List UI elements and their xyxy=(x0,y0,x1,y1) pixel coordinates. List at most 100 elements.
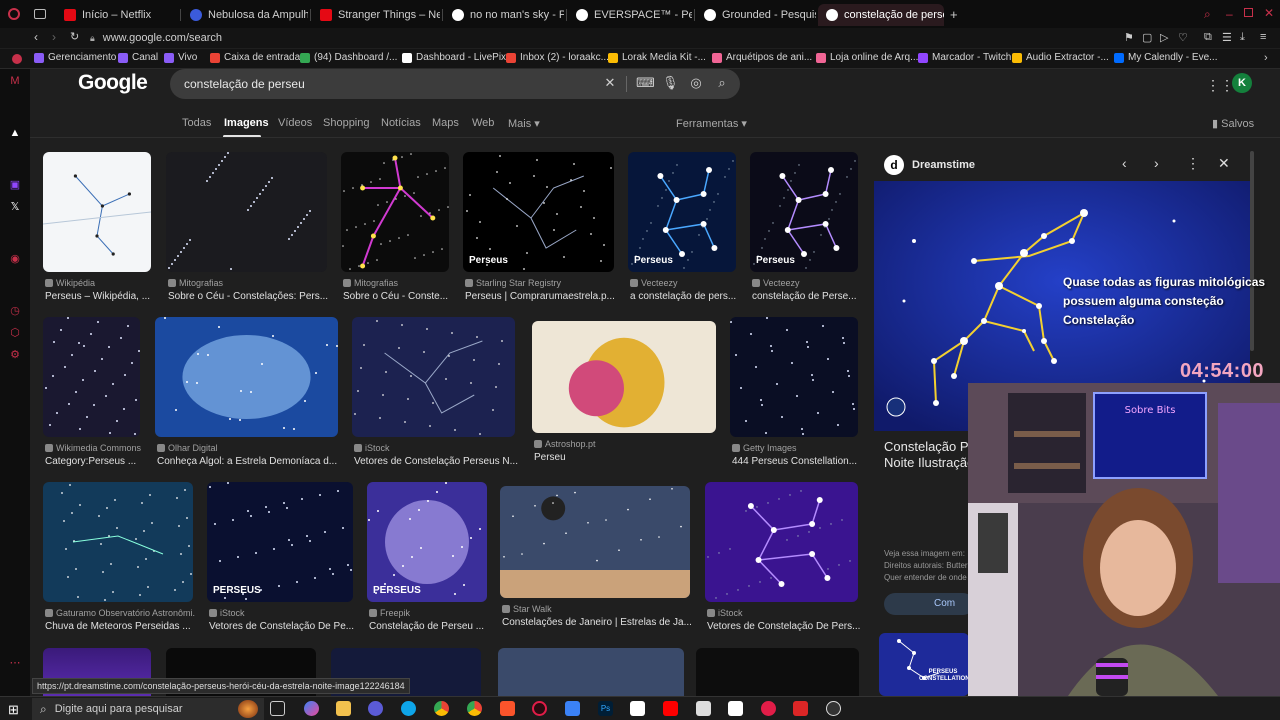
file-explorer-icon[interactable] xyxy=(336,701,351,716)
tab-netflix-home[interactable]: Início – Netflix xyxy=(56,4,176,26)
image-result[interactable]: Astroshop.pt Perseu xyxy=(532,321,716,477)
tab-web[interactable]: Web xyxy=(472,117,494,129)
tab-todas[interactable]: Todas xyxy=(182,117,211,129)
image-result[interactable]: Gaturamo Observatório Astronômi... Chuva … xyxy=(43,482,195,646)
more-sidebar-icon[interactable]: ⋯ xyxy=(9,657,21,669)
result-title[interactable]: constelação de Perse... xyxy=(752,291,868,302)
tools-button[interactable]: Ferramentas ▾ xyxy=(676,117,747,130)
close-window-icon[interactable]: ✕ xyxy=(1264,6,1274,20)
heart-icon[interactable]: ♡ xyxy=(1178,31,1188,44)
result-source[interactable]: iStock xyxy=(209,608,355,618)
partial-thumb[interactable] xyxy=(696,648,859,696)
bookmark-item[interactable]: Marcador - Twitch xyxy=(918,52,1011,63)
result-title[interactable]: Vetores de Constelação De Pe... xyxy=(209,621,363,632)
mic-icon[interactable]: 🎙︎ xyxy=(662,75,679,91)
new-tab-button[interactable]: + xyxy=(950,7,958,22)
search-tabs-icon[interactable]: ⌕ xyxy=(1204,7,1211,22)
search-input[interactable]: constelação de perseu ✕ ⌨ 🎙︎ ◎ ⌕ xyxy=(170,69,740,99)
tab-everspace[interactable]: EVERSPACE™ - Pesquisa xyxy=(568,4,692,26)
result-title[interactable]: Category:Perseus ... xyxy=(45,456,150,467)
result-source[interactable]: Vecteezy xyxy=(630,278,738,288)
result-thumbnail[interactable] xyxy=(352,317,515,437)
result-thumbnail[interactable] xyxy=(43,317,140,437)
notion-icon[interactable] xyxy=(728,701,743,716)
bookmark-item[interactable]: Audio Extractor -... xyxy=(1012,52,1109,63)
result-source[interactable]: Vecteezy xyxy=(752,278,860,288)
result-thumbnail[interactable]: PERSEUS xyxy=(367,482,487,602)
url-field[interactable]: 🔒︎ www.google.com/search xyxy=(90,29,1110,47)
bookmark-item[interactable]: Lorak Media Kit -... xyxy=(608,52,706,63)
related-thumb[interactable]: PERSEUS CONSTELLATION xyxy=(879,633,969,696)
twitch-icon[interactable]: ▣ xyxy=(9,179,21,191)
panel-line-3[interactable]: Quer entender de onde xyxy=(884,573,967,582)
image-result[interactable]: Star Walk Constelações de Janeiro | Estre… xyxy=(500,486,692,642)
tab-mais[interactable]: Mais ▾ xyxy=(508,117,540,130)
gmail-icon[interactable]: M xyxy=(9,75,21,87)
tab-maps[interactable]: Maps xyxy=(432,117,459,129)
result-source[interactable]: Wikimedia Commons xyxy=(45,443,142,453)
tab-no-mans-sky[interactable]: no no man's sky - Pesqu xyxy=(444,4,564,26)
result-title[interactable]: 444 Perseus Constellation... xyxy=(732,456,868,467)
result-thumbnail[interactable] xyxy=(155,317,338,437)
partial-thumb[interactable] xyxy=(498,648,684,696)
result-title[interactable]: Constelação de Perseu ... xyxy=(369,621,497,632)
result-thumbnail[interactable]: Perseus xyxy=(628,152,736,272)
result-thumbnail[interactable]: PERSEUS xyxy=(207,482,353,602)
bookmark-item[interactable]: Inbox (2) - loraakc... xyxy=(506,52,609,63)
search-icon[interactable]: ⌕ xyxy=(714,75,730,91)
easy-setup-icon[interactable]: ☰ xyxy=(1222,31,1232,44)
forward-icon[interactable]: › xyxy=(52,30,56,44)
result-title[interactable]: Perseu xyxy=(534,452,726,463)
avatar[interactable]: K xyxy=(1232,73,1252,93)
player-sidebar-icon[interactable]: ◉ xyxy=(9,253,21,265)
windows-start-icon[interactable]: ⊞ xyxy=(8,702,19,718)
bookmark-item[interactable]: Arquétipos de ani... xyxy=(712,52,812,63)
reload-icon[interactable]: ↻ xyxy=(70,30,79,43)
result-title[interactable]: Sobre o Céu - Constelações: Pers... xyxy=(168,291,337,302)
player-icon[interactable]: ▷ xyxy=(1160,31,1168,44)
result-source[interactable]: Mitografias xyxy=(168,278,329,288)
bookmarks-start-icon[interactable] xyxy=(12,54,22,64)
photoshop-icon[interactable]: Ps xyxy=(598,701,613,716)
bookmark-item[interactable]: Vivo xyxy=(164,52,197,63)
history-icon[interactable]: ◷ xyxy=(9,305,21,317)
more-options-icon[interactable]: ⋮ xyxy=(1186,155,1200,172)
bookmark-item[interactable]: Caixa de entrada xyxy=(210,52,300,63)
result-thumbnail[interactable] xyxy=(500,486,690,598)
result-thumbnail[interactable] xyxy=(43,152,151,272)
voicemod-icon[interactable] xyxy=(793,701,808,716)
result-source[interactable]: Freepik xyxy=(369,608,489,618)
close-panel-icon[interactable]: ✕ xyxy=(1218,155,1230,172)
image-result[interactable]: Olhar Digital Conheça Algol: a Estrela De… xyxy=(155,317,338,481)
result-title[interactable]: a constelação de pers... xyxy=(630,291,746,302)
image-result[interactable]: PERSEUS Freepik Constelação de Perseu ... xyxy=(367,482,487,646)
prev-image-icon[interactable]: ‹ xyxy=(1122,155,1127,171)
chrome-profile-icon[interactable] xyxy=(467,701,482,716)
result-source[interactable]: Astroshop.pt xyxy=(534,439,718,449)
vpn-icon[interactable] xyxy=(565,701,580,716)
bookmark-item[interactable]: Gerenciamento xyxy=(34,52,116,63)
youtube-icon[interactable] xyxy=(663,701,678,716)
result-source[interactable]: Star Walk xyxy=(502,604,692,614)
brave-icon[interactable] xyxy=(500,701,515,716)
result-thumbnail[interactable] xyxy=(43,482,193,602)
bookmarks-more-icon[interactable]: › xyxy=(1264,52,1268,64)
image-result[interactable]: Perseus Vecteezy constelação de Perse... xyxy=(750,152,858,316)
obs-icon[interactable] xyxy=(826,701,841,716)
result-source[interactable]: Starling Star Registry xyxy=(465,278,616,288)
workspace-icon[interactable] xyxy=(34,9,46,19)
clear-icon[interactable]: ✕ xyxy=(602,75,618,91)
result-title[interactable]: Sobre o Céu - Conste... xyxy=(343,291,459,302)
bookmark-item[interactable]: My Calendly - Eve... xyxy=(1114,52,1217,63)
image-result[interactable]: Mitografias Sobre o Céu - Conste... xyxy=(341,152,449,316)
image-result[interactable]: iStock Vetores de Constelação De Pers... xyxy=(705,482,860,646)
tab-noticias[interactable]: Notícias xyxy=(381,117,421,129)
bookmark-item[interactable]: Canal xyxy=(118,52,158,63)
result-source[interactable]: iStock xyxy=(707,608,860,618)
download-icon[interactable]: ⤓ xyxy=(1240,31,1245,44)
tab-stranger-things[interactable]: Stranger Things – Netflix xyxy=(312,4,440,26)
result-title[interactable]: Vetores de Constelação Perseus N... xyxy=(354,456,525,467)
minimize-icon[interactable]: – xyxy=(1226,7,1233,21)
bookmark-icon[interactable]: ⚑ xyxy=(1124,31,1134,44)
image-result[interactable]: Perseus Vecteezy a constelação de pers... xyxy=(628,152,736,316)
